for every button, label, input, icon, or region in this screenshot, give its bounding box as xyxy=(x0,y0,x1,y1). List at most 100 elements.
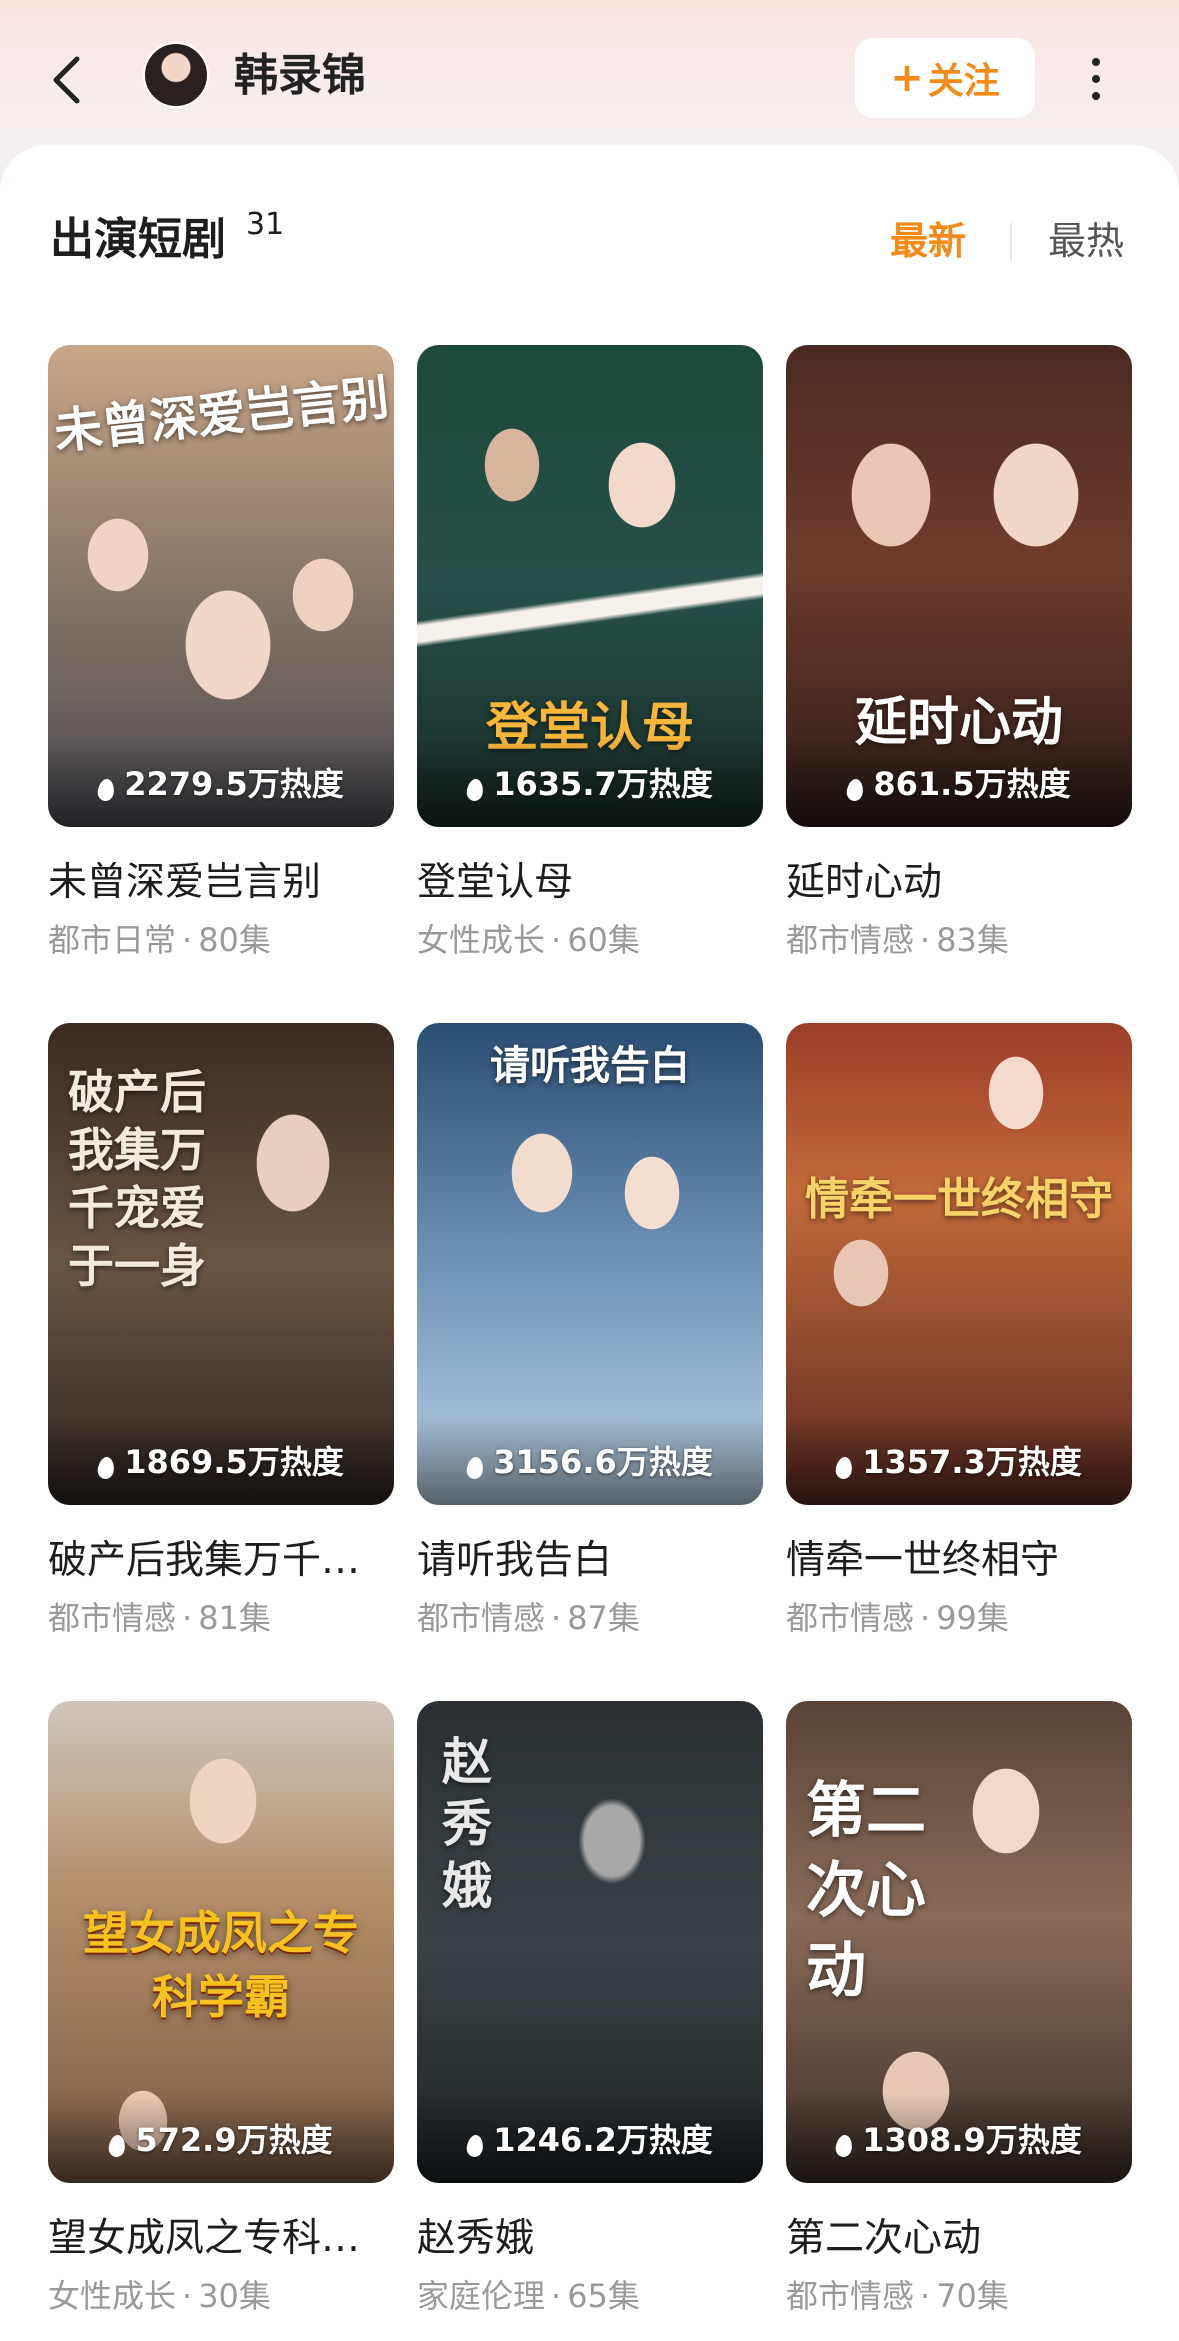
meta-separator: · xyxy=(551,1599,562,1637)
heat-badge: 1869.5万热度 xyxy=(48,1415,394,1505)
poster-title-text: 请听我告白 xyxy=(490,1042,690,1089)
section-title: 出演短剧 xyxy=(50,214,226,265)
follow-button[interactable]: + 关注 xyxy=(855,38,1035,118)
profile-name: 韩录锦 xyxy=(234,50,366,101)
meta-separator: · xyxy=(551,2277,562,2315)
drama-poster[interactable]: 赵秀娥 1246.2万热度 xyxy=(417,1701,763,2183)
drama-card[interactable]: 第二次心动 1308.9万热度 第二次心动 都市情感 · 70集 xyxy=(786,1701,1132,2341)
heat-badge: 1246.2万热度 xyxy=(417,2093,763,2183)
meta-separator: · xyxy=(920,2277,931,2315)
follow-label: 关注 xyxy=(927,61,1000,102)
drama-meta: 都市日常 · 80集 xyxy=(48,917,394,963)
more-options-button[interactable] xyxy=(1076,44,1116,114)
drama-title[interactable]: 延时心动 xyxy=(786,855,1132,911)
drama-card[interactable]: 破产后我集万千宠爱于一身 1869.5万热度 破产后我集万千… 都市情感 · 81集 xyxy=(48,1023,394,1701)
drama-poster[interactable]: 延时心动 861.5万热度 xyxy=(786,345,1132,827)
drama-genre: 都市情感 xyxy=(786,1599,915,1637)
drama-episodes: 80集 xyxy=(198,921,271,959)
heat-badge: 861.5万热度 xyxy=(786,737,1132,827)
drama-title[interactable]: 赵秀娥 xyxy=(417,2211,763,2267)
flame-icon xyxy=(834,2133,854,2159)
flame-icon xyxy=(845,777,865,803)
section-count: 31 xyxy=(246,207,285,242)
drama-genre: 都市情感 xyxy=(786,921,915,959)
drama-card[interactable]: 延时心动 861.5万热度 延时心动 都市情感 · 83集 xyxy=(786,345,1132,1023)
more-dot-icon xyxy=(1092,75,1100,83)
drama-card[interactable]: 登堂认母 1635.7万热度 登堂认母 女性成长 · 60集 xyxy=(417,345,763,1023)
drama-poster[interactable]: 第二次心动 1308.9万热度 xyxy=(786,1701,1132,2183)
drama-genre: 都市日常 xyxy=(48,921,177,959)
flame-icon xyxy=(465,777,485,803)
drama-poster[interactable]: 情牵一世终相守 1357.3万热度 xyxy=(786,1023,1132,1505)
drama-episodes: 65集 xyxy=(567,2277,640,2315)
sort-divider xyxy=(1010,223,1012,261)
heat-value: 2279.5万热度 xyxy=(124,765,344,803)
sort-hottest-tab[interactable]: 最热 xyxy=(1048,213,1124,269)
drama-poster[interactable]: 破产后我集万千宠爱于一身 1869.5万热度 xyxy=(48,1023,394,1505)
avatar[interactable] xyxy=(143,42,209,108)
poster-title-text: 赵秀娥 xyxy=(442,1732,492,1915)
drama-title[interactable]: 请听我告白 xyxy=(417,1533,763,1589)
drama-card[interactable]: 未曾深爱岂言别 2279.5万热度 未曾深爱岂言别 都市日常 · 80集 xyxy=(48,345,394,1023)
heat-value: 1869.5万热度 xyxy=(124,1443,344,1481)
flame-icon xyxy=(96,1455,116,1481)
heat-badge: 1635.7万热度 xyxy=(417,737,763,827)
drama-poster[interactable]: 请听我告白 3156.6万热度 xyxy=(417,1023,763,1505)
heat-badge: 572.9万热度 xyxy=(48,2093,394,2183)
poster-title-text: 望女成凤之专科学霸 xyxy=(83,1906,359,2024)
drama-episodes: 30集 xyxy=(198,2277,271,2315)
meta-separator: · xyxy=(920,1599,931,1637)
poster-title-text: 破产后我集万千宠爱于一身 xyxy=(68,1065,206,1293)
heat-value: 3156.6万热度 xyxy=(493,1443,713,1481)
header: 韩录锦 + 关注 xyxy=(0,0,1179,150)
drama-title[interactable]: 破产后我集万千… xyxy=(48,1533,394,1589)
drama-episodes: 99集 xyxy=(936,1599,1009,1637)
drama-meta: 都市情感 · 83集 xyxy=(786,917,1132,963)
sort-newest-tab[interactable]: 最新 xyxy=(890,213,966,269)
drama-grid: 未曾深爱岂言别 2279.5万热度 未曾深爱岂言别 都市日常 · 80集 登堂认母 xyxy=(48,345,1132,2341)
meta-separator: · xyxy=(551,921,562,959)
meta-separator: · xyxy=(182,2277,193,2315)
drama-card[interactable]: 情牵一世终相守 1357.3万热度 情牵一世终相守 都市情感 · 99集 xyxy=(786,1023,1132,1701)
meta-separator: · xyxy=(182,921,193,959)
drama-meta: 都市情感 · 99集 xyxy=(786,1595,1132,1641)
heat-value: 861.5万热度 xyxy=(873,765,1071,803)
heat-value: 1308.9万热度 xyxy=(862,2121,1082,2159)
flame-icon xyxy=(96,777,116,803)
drama-episodes: 87集 xyxy=(567,1599,640,1637)
drama-title[interactable]: 第二次心动 xyxy=(786,2211,1132,2267)
heat-value: 1635.7万热度 xyxy=(493,765,713,803)
flame-icon xyxy=(107,2133,127,2159)
drama-genre: 女性成长 xyxy=(48,2277,177,2315)
meta-separator: · xyxy=(182,1599,193,1637)
drama-episodes: 70集 xyxy=(936,2277,1009,2315)
poster-title-text: 情牵一世终相守 xyxy=(805,1174,1113,1225)
drama-meta: 都市情感 · 70集 xyxy=(786,2273,1132,2319)
drama-genre: 女性成长 xyxy=(417,921,546,959)
heat-value: 572.9万热度 xyxy=(135,2121,333,2159)
content-card: 出演短剧 31 最新 最热 未曾深爱岂言别 2279.5万热度 未曾深爱岂言别 … xyxy=(0,145,1179,2341)
poster-title-text: 第二次心动 xyxy=(806,1776,926,2006)
more-dot-icon xyxy=(1092,92,1100,100)
drama-poster[interactable]: 未曾深爱岂言别 2279.5万热度 xyxy=(48,345,394,827)
drama-title[interactable]: 情牵一世终相守 xyxy=(786,1533,1132,1589)
drama-meta: 女性成长 · 30集 xyxy=(48,2273,394,2319)
page: 韩录锦 + 关注 出演短剧 31 最新 最热 未曾深爱岂言别 2279.5万热度… xyxy=(0,0,1179,2341)
heat-badge: 2279.5万热度 xyxy=(48,737,394,827)
drama-genre: 都市情感 xyxy=(48,1599,177,1637)
drama-meta: 家庭伦理 · 65集 xyxy=(417,2273,763,2319)
drama-card[interactable]: 赵秀娥 1246.2万热度 赵秀娥 家庭伦理 · 65集 xyxy=(417,1701,763,2341)
meta-separator: · xyxy=(920,921,931,959)
drama-title[interactable]: 未曾深爱岂言别 xyxy=(48,855,394,911)
plus-icon: + xyxy=(890,55,924,101)
drama-poster[interactable]: 望女成凤之专科学霸 572.9万热度 xyxy=(48,1701,394,2183)
drama-card[interactable]: 请听我告白 3156.6万热度 请听我告白 都市情感 · 87集 xyxy=(417,1023,763,1701)
drama-poster[interactable]: 登堂认母 1635.7万热度 xyxy=(417,345,763,827)
drama-title[interactable]: 登堂认母 xyxy=(417,855,763,911)
drama-card[interactable]: 望女成凤之专科学霸 572.9万热度 望女成凤之专科… 女性成长 · 30集 xyxy=(48,1701,394,2341)
back-button[interactable] xyxy=(38,40,94,120)
more-dot-icon xyxy=(1092,58,1100,66)
heat-badge: 3156.6万热度 xyxy=(417,1415,763,1505)
heat-value: 1246.2万热度 xyxy=(493,2121,713,2159)
drama-title[interactable]: 望女成凤之专科… xyxy=(48,2211,394,2267)
